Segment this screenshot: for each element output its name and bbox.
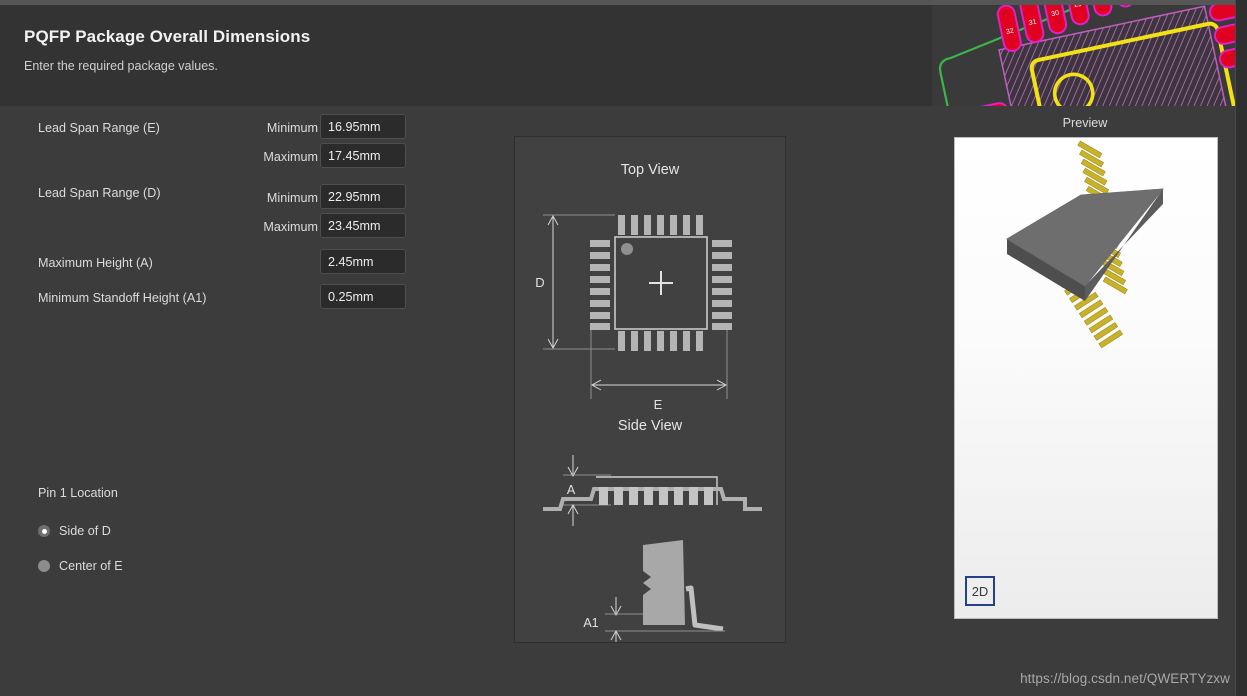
dim-label-e: E [654,397,663,412]
package-diagram-panel: Top View Side View D E A A1 [514,136,786,643]
pin1-location-title: Pin 1 Location [38,486,118,500]
page-title: PQFP Package Overall Dimensions [24,27,311,46]
radio-unselected-icon[interactable] [38,560,50,572]
input-lead-span-d-max[interactable] [320,213,406,238]
dim-label-a1: A1 [583,616,598,630]
dim-label-d: D [535,275,544,290]
toggle-2d-label: 2D [971,583,989,599]
preview-label: Preview [1062,116,1108,130]
qualifier-e-maximum: Maximum [263,150,318,164]
input-minimum-standoff-height-a1[interactable] [320,284,406,309]
input-lead-span-e-min[interactable] [320,114,406,139]
label-minimum-standoff-height-a1: Minimum Standoff Height (A1) [38,291,207,305]
pcb-artwork: 32 31 30 29 28 27 26 25 [932,5,1236,106]
content-area: Lead Span Range (E) Minimum Maximum Lead… [0,106,1236,696]
page-subtitle: Enter the required package values. [24,59,218,73]
radio-side-of-d-label: Side of D [59,524,111,538]
input-maximum-height-a[interactable] [320,249,406,274]
label-maximum-height-a: Maximum Height (A) [38,256,153,270]
dim-label-a: A [567,483,576,497]
toggle-2d-button[interactable]: 2D [965,576,995,606]
input-lead-span-e-max[interactable] [320,143,406,168]
qualifier-d-minimum: Minimum [266,191,318,205]
label-lead-span-range-d: Lead Span Range (D) [38,186,161,200]
input-lead-span-d-min[interactable] [320,184,406,209]
radio-selected-icon[interactable] [38,525,50,537]
radio-side-of-d[interactable]: Side of D [38,521,111,541]
watermark-url: https://blog.csdn.net/QWERTYzxw [1020,671,1230,686]
radio-center-of-e-label: Center of E [59,559,123,573]
radio-center-of-e[interactable]: Center of E [38,556,123,576]
package-drawing: D E A A1 [535,214,762,642]
dimensions-form: Lead Span Range (E) Minimum Maximum Lead… [0,106,460,426]
window-right-strip [1235,0,1247,696]
qualifier-e-minimum: Minimum [266,121,318,135]
preview-canvas[interactable]: 2D [954,137,1218,619]
package-3d-model [1006,140,1164,349]
label-lead-span-range-e: Lead Span Range (E) [38,121,160,135]
qualifier-d-maximum: Maximum [263,220,318,234]
